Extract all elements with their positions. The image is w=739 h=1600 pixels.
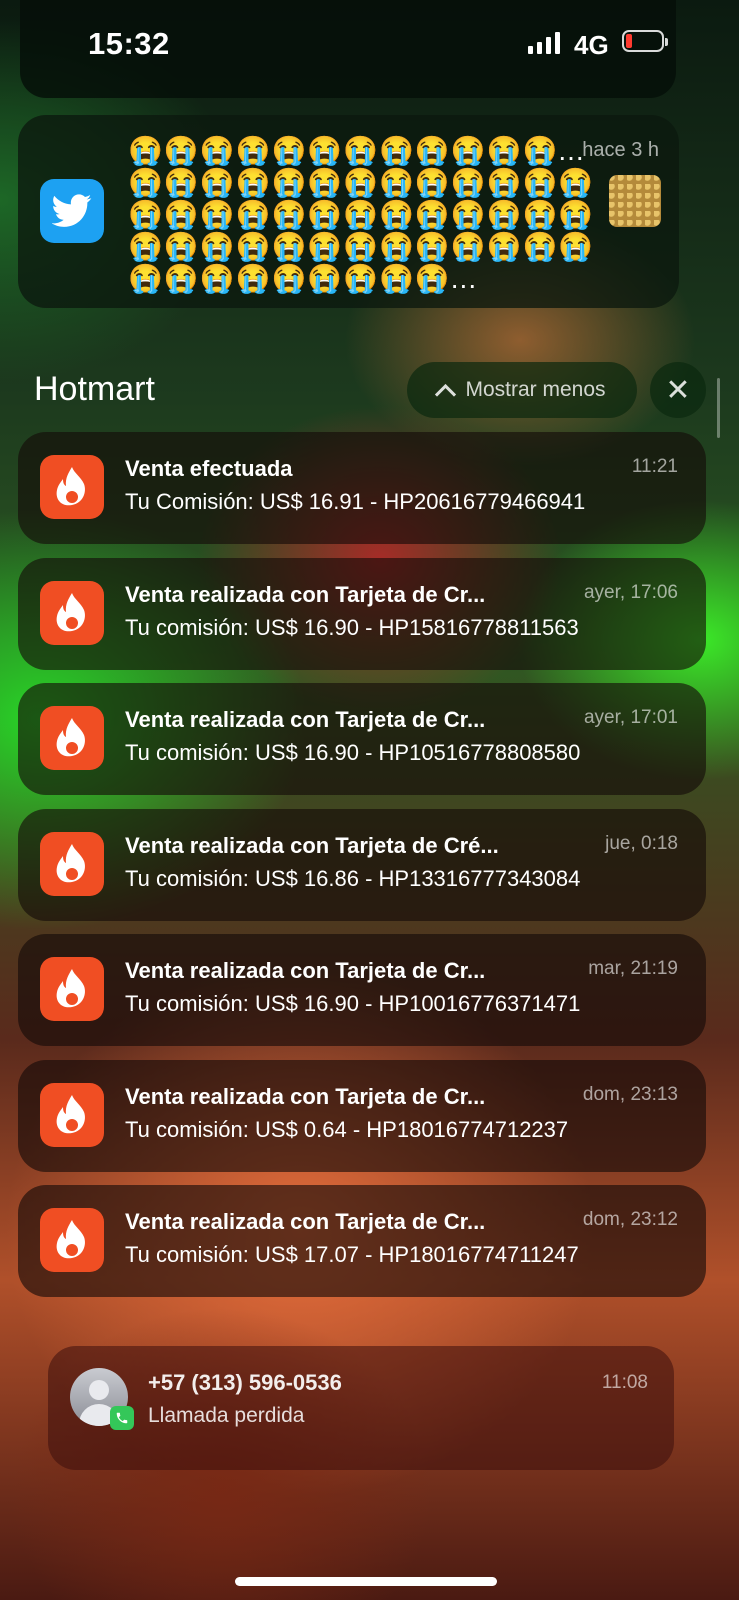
notification-time: ayer, 17:06 <box>583 581 678 603</box>
hotmart-notification[interactable]: Venta realizada con Tarjeta de Cr... Tu c… <box>18 1185 706 1297</box>
call-status: Llamada perdida <box>148 1404 305 1427</box>
hotmart-notification[interactable]: Venta realizada con Tarjeta de Cr... Tu c… <box>18 1059 706 1172</box>
missed-call-notification[interactable]: +57 (313) 596-0536 Llamada perdida 11:08 <box>48 1346 674 1470</box>
home-indicator[interactable] <box>235 1577 497 1586</box>
notification-time: mar, 21:19 <box>588 958 678 979</box>
hotmart-notification[interactable]: Venta realizada con Tarjeta de Cré... Tu … <box>18 808 706 921</box>
notification-body: Tu comisión: US$ 16.86 - HP1331677734308… <box>125 865 581 891</box>
hotmart-notification[interactable]: Venta realizada con Tarjeta de Cr... Tu c… <box>18 557 706 670</box>
notification-time: dom, 23:12 <box>582 1209 678 1230</box>
hotmart-flame-icon <box>40 455 104 519</box>
notification-title: Venta realizada con Tarjeta de Cr... <box>125 958 486 983</box>
notification-body: Tu comisión: US$ 16.90 - HP1581677881156… <box>125 614 579 640</box>
hotmart-flame-icon <box>40 831 104 896</box>
notification-title: Venta realizada con Tarjeta de Cr... <box>125 1209 486 1234</box>
twitter-time: hace 3 h <box>582 139 659 161</box>
hotmart-flame-icon <box>40 1208 104 1272</box>
hotmart-flame-icon <box>40 706 104 770</box>
notification-title: Venta efectuada <box>125 456 293 481</box>
scrollbar[interactable] <box>717 378 720 438</box>
close-icon: ✕ <box>665 373 691 407</box>
battery-icon <box>622 30 668 52</box>
notification-title: Venta realizada con Tarjeta de Cré... <box>125 832 499 858</box>
hotmart-flame-icon <box>40 957 104 1021</box>
attachment-thumbnail <box>609 175 661 227</box>
twitter-message: 😭😭😭😭😭😭😭😭😭😭😭😭...😭😭😭😭😭😭😭😭😭😭😭😭😭😭😭😭😭😭😭😭😭😭😭😭😭… <box>128 135 595 294</box>
network-type: 4G <box>574 30 609 60</box>
cellular-signal-icon <box>528 30 560 54</box>
notification-body: Tu comisión: US$ 16.90 - HP1001677637147… <box>125 991 581 1016</box>
notification-body: Tu comisión: US$ 17.07 - HP1801677471124… <box>125 1242 579 1267</box>
clear-group-button[interactable]: ✕ <box>650 362 706 418</box>
group-title: Hotmart <box>34 370 155 408</box>
twitter-notification[interactable]: 😭😭😭😭😭😭😭😭😭😭😭😭...😭😭😭😭😭😭😭😭😭😭😭😭😭😭😭😭😭😭😭😭😭😭😭😭😭… <box>18 115 679 308</box>
notification-body: Tu comisión: US$ 0.64 - HP18016774712237 <box>125 1116 569 1142</box>
hotmart-flame-icon <box>40 1082 104 1147</box>
notification-body: Tu comisión: US$ 16.90 - HP1051677880858… <box>125 740 581 765</box>
notification-title: Venta realizada con Tarjeta de Cr... <box>125 581 486 607</box>
notification-time: jue, 0:18 <box>605 832 678 854</box>
status-time: 15:32 <box>88 26 170 61</box>
show-less-label: Mostrar menos <box>465 378 606 401</box>
hotmart-flame-icon <box>40 580 104 645</box>
caller-number: +57 (313) 596-0536 <box>148 1370 342 1395</box>
chevron-up-icon <box>435 383 457 405</box>
twitter-bird-icon <box>40 179 104 243</box>
notification-time: ayer, 17:01 <box>583 707 678 728</box>
status-bar: 15:32 4G <box>0 0 739 90</box>
notification-body: Tu Comisión: US$ 16.91 - HP2061677946694… <box>125 489 586 514</box>
notification-time: dom, 23:13 <box>582 1083 678 1105</box>
notification-title: Venta realizada con Tarjeta de Cr... <box>125 707 486 732</box>
hotmart-notification[interactable]: Venta realizada con Tarjeta de Cr... Tu c… <box>18 934 706 1046</box>
notification-title: Venta realizada con Tarjeta de Cr... <box>125 1083 486 1109</box>
hotmart-notification[interactable]: Venta efectuada Tu Comisión: US$ 16.91 - … <box>18 432 706 544</box>
notification-time: 11:21 <box>631 456 678 477</box>
call-time: 11:08 <box>601 1372 648 1393</box>
phone-icon <box>110 1406 134 1430</box>
show-less-button[interactable]: Mostrar menos <box>407 362 637 418</box>
hotmart-notification[interactable]: Venta realizada con Tarjeta de Cr... Tu c… <box>18 683 706 795</box>
